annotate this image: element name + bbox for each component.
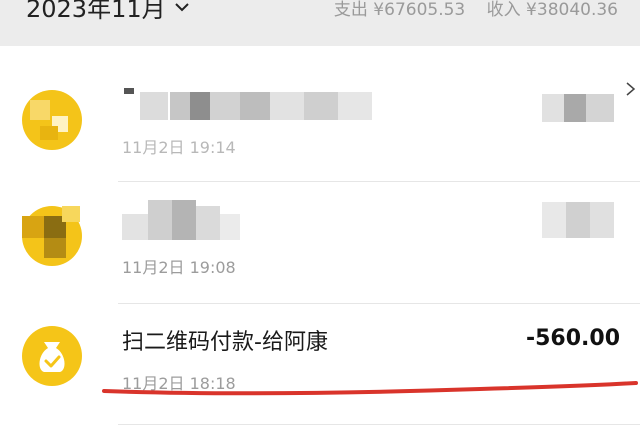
- scroll-marker-icon: [626, 82, 636, 96]
- bill-header: 2023年11月 支出 ¥67605.53 收入 ¥38040.36: [0, 0, 640, 46]
- transaction-time: 11月2日 19:14: [122, 138, 236, 157]
- row-divider: [118, 424, 640, 425]
- transaction-row[interactable]: 11月2日 19:08: [0, 182, 640, 304]
- transaction-amount: -560.00: [525, 326, 620, 351]
- transaction-row[interactable]: 11月2日 19:14: [0, 60, 640, 182]
- money-bag-icon: [22, 326, 82, 386]
- month-label: 2023年11月: [26, 0, 166, 23]
- expense-total: 支出 ¥67605.53: [333, 0, 466, 20]
- red-underline-annotation: [102, 381, 638, 396]
- transaction-time: 11月2日 19:08: [122, 258, 236, 277]
- transaction-row[interactable]: 扫二维码付款-给阿康 -560.00 11月2日 18:18: [0, 304, 640, 424]
- month-selector[interactable]: 2023年11月: [26, 0, 190, 24]
- transaction-icon: [22, 206, 82, 266]
- income-total: 收入 ¥38040.36: [486, 0, 618, 20]
- chevron-down-icon: [174, 2, 189, 11]
- transaction-icon: [22, 90, 82, 150]
- transaction-list: 11月2日 19:14 11月2日 19:08 扫二维码付款-给阿康 -560.…: [0, 46, 640, 439]
- month-summary: 支出 ¥67605.53 收入 ¥38040.36: [334, 0, 618, 20]
- transaction-title: 扫二维码付款-给阿康: [122, 330, 328, 355]
